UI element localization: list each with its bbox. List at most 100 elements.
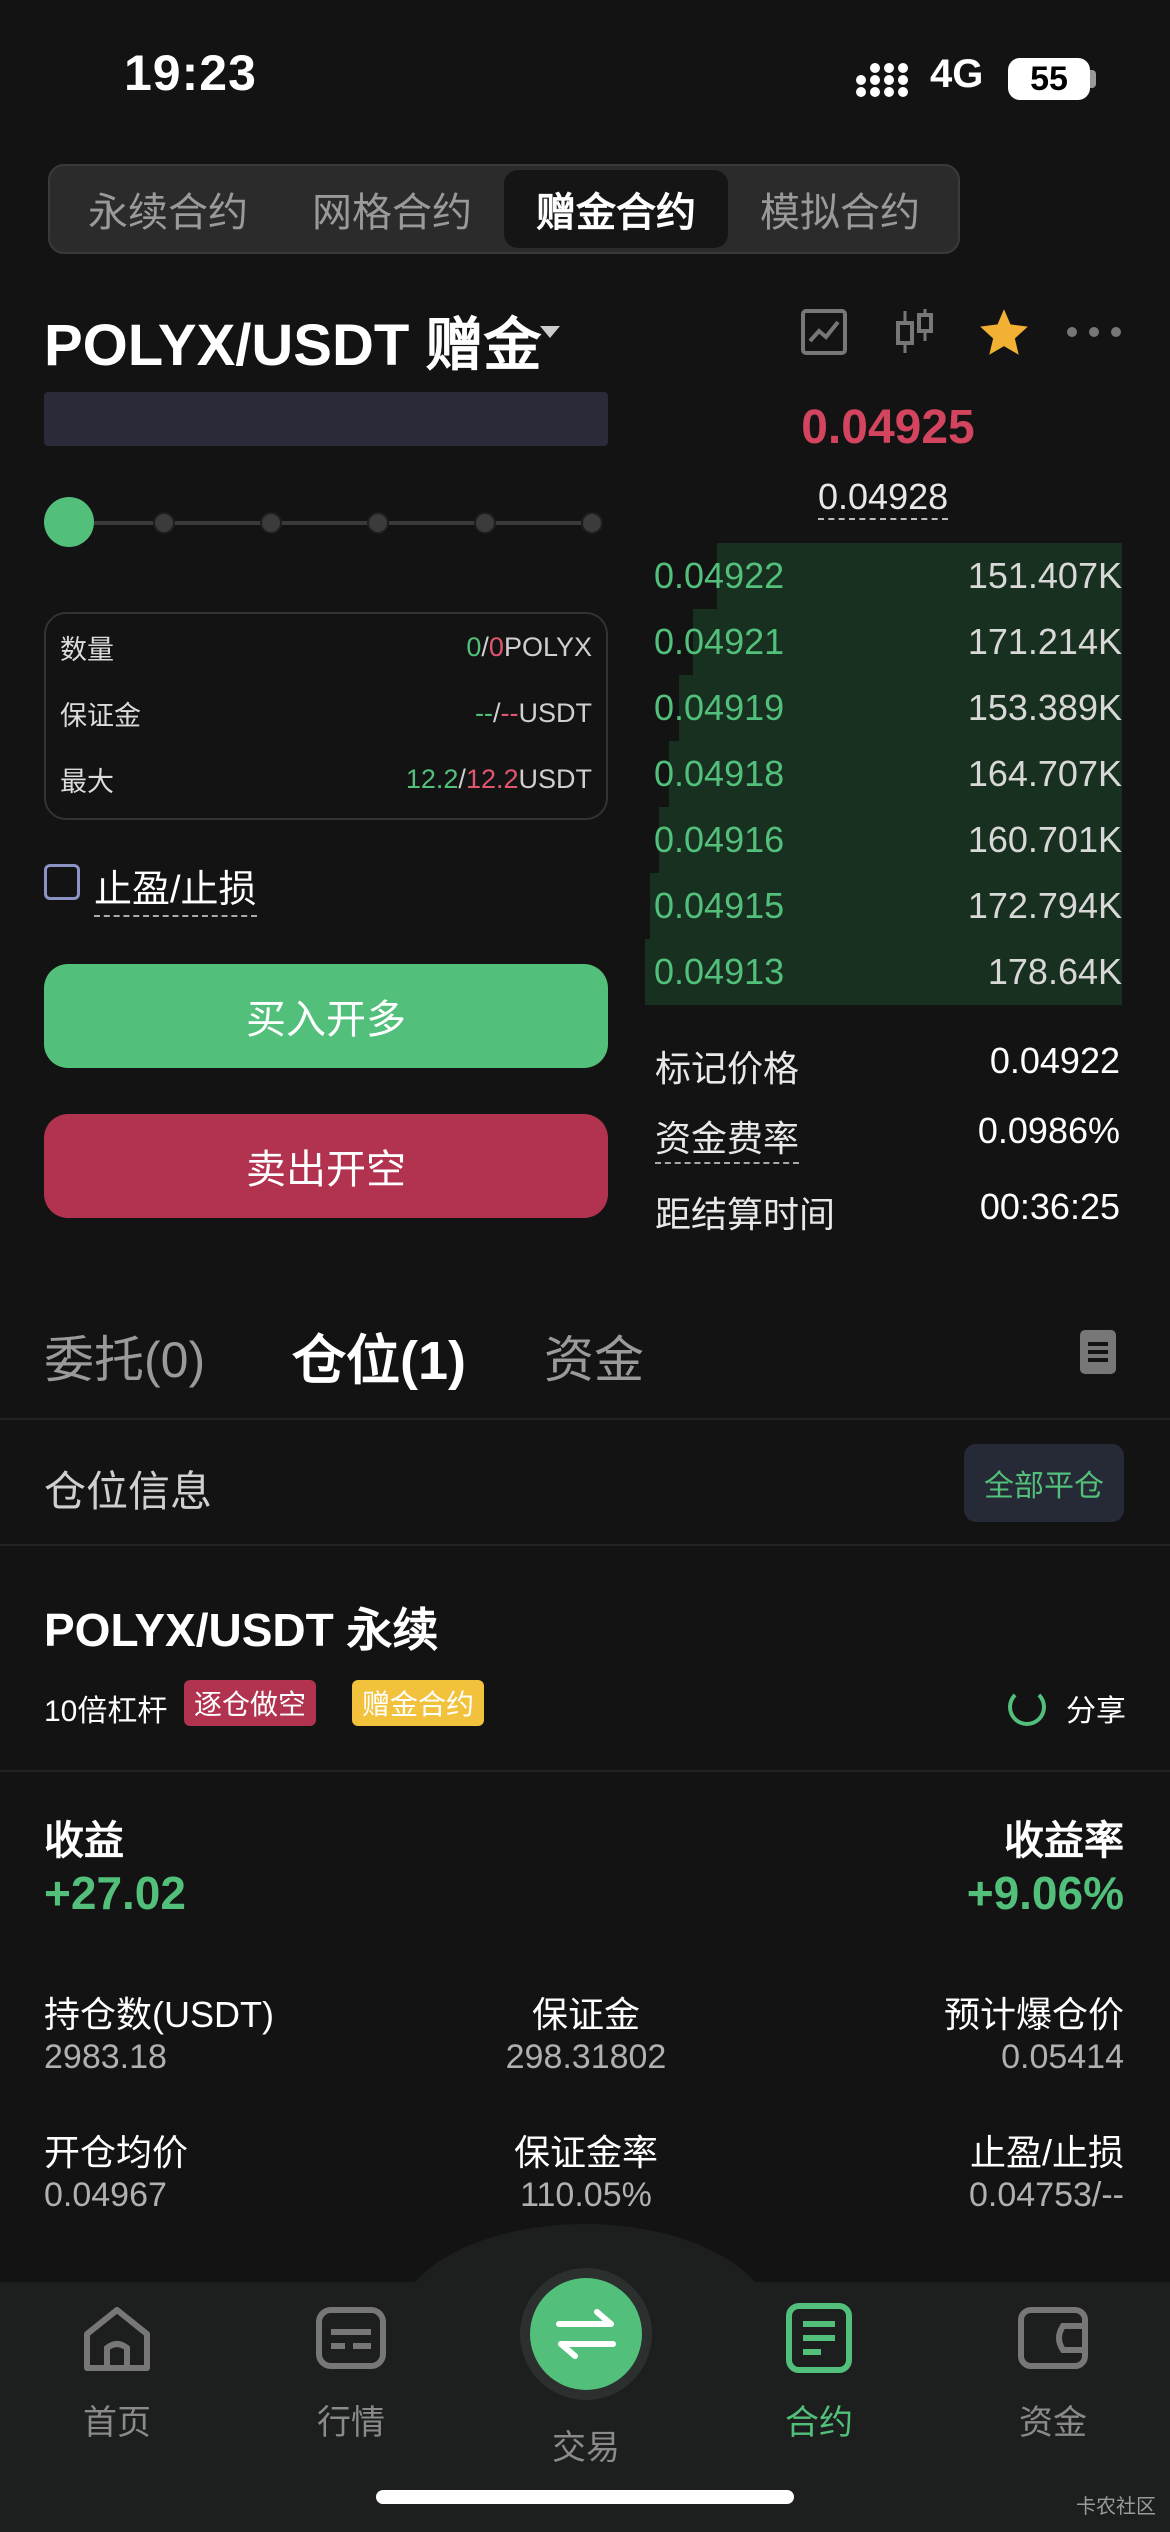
chevron-down-icon[interactable] [540,326,560,338]
max-value: 12.2/12.2USDT [405,763,592,794]
tp-sl-checkbox[interactable] [44,864,80,900]
max-label: 最大 [60,766,114,797]
liquidation-price-label: 预计爆仓价 [943,1994,1124,2035]
contract-type-tabs: 永续合约 网格合约 赠金合约 模拟合约 [48,164,960,254]
divider [0,1544,1170,1546]
margin-label: 保证金 [60,700,141,731]
home-indicator[interactable] [376,2490,794,2504]
nav-funds[interactable]: 资金 [936,2300,1170,2444]
slider-handle[interactable] [44,497,94,547]
mark-price-value: 0.04922 [989,1040,1120,1081]
candlestick-icon[interactable] [886,300,942,364]
nav-trade-label: 交易 [552,2429,620,2467]
bid-price: 0.04921 [654,621,785,662]
bid-row[interactable]: 0.04918 164.707K [640,741,1122,807]
bid-price: 0.04922 [654,555,785,596]
contract-type-badge: 赠金合约 [352,1680,485,1726]
star-icon[interactable] [976,300,1032,364]
position-size-value: 2983.18 [44,2038,167,2076]
pair-selector[interactable]: POLYX/USDT 赠金 [44,298,541,382]
margin-ratio-value: 110.05% [520,2176,652,2214]
more-icon[interactable] [1066,300,1122,364]
price-input[interactable] [44,392,608,446]
liquidation-price-value: 0.05414 [1001,2038,1124,2076]
position-margin-label: 保证金 [531,1994,640,2035]
funding-rate-label[interactable]: 资金费率 [655,1110,800,1164]
nav-home-label: 首页 [83,2404,151,2442]
tab-perpetual[interactable]: 永续合约 [56,170,280,248]
battery-icon: 55 [1008,58,1090,100]
bid-qty: 178.64K [987,951,1122,992]
bid-row[interactable]: 0.04919 153.389K [640,675,1122,741]
bid-row[interactable]: 0.04921 171.214K [640,609,1122,675]
wallet-icon [1018,2307,1088,2369]
position-pair[interactable]: POLYX/USDT 永续 [44,1594,438,1660]
leverage-slider-track[interactable] [68,521,596,525]
nav-contract-label: 合约 [785,2404,853,2442]
bid-price: 0.04916 [654,819,785,860]
tab-bonus[interactable]: 赠金合约 [504,170,728,248]
order-summary-box: 数量 0/0POLYX 保证金 --/--USDT 最大 12.2/12.2US… [44,612,608,820]
swap-icon [556,2309,616,2359]
max-row: 最大 12.2/12.2USDT [60,746,592,812]
tab-orders[interactable]: 委托(0) [44,1320,205,1392]
bid-qty: 153.389K [967,687,1122,728]
quantity-row: 数量 0/0POLYX [60,614,592,680]
entry-price-value: 0.04967 [44,2176,167,2214]
battery-tip [1090,70,1096,88]
roe-label: 收益率 [1004,1819,1124,1863]
bid-qty: 171.214K [967,621,1122,662]
tab-grid[interactable]: 网格合约 [280,170,504,248]
share-button[interactable]: 分享 [1066,1686,1126,1730]
bid-row[interactable]: 0.04916 160.701K [640,807,1122,873]
quantity-label: 数量 [60,634,114,665]
tp-sl-position-value: 0.04753/-- [969,2176,1124,2214]
bid-qty: 160.701K [967,819,1122,860]
mark-price-label: 标记价格 [655,1048,800,1089]
nav-trade[interactable] [530,2278,642,2390]
document-icon[interactable] [1080,1330,1116,1374]
last-price: 0.04925 [801,401,975,454]
close-all-button[interactable]: 全部平仓 [964,1444,1124,1522]
share-icon[interactable] [1008,1688,1046,1726]
pnl-value: +27.02 [44,1867,186,1919]
position-info-title: 仓位信息 [44,1468,213,1515]
nav-market-label: 行情 [317,2404,385,2442]
bid-qty: 164.707K [967,753,1122,794]
bid-row[interactable]: 0.04915 172.794K [640,873,1122,939]
funding-rate-value: 0.0986% [977,1110,1120,1151]
tp-sl-label[interactable]: 止盈/止损 [94,858,257,917]
nav-home[interactable]: 首页 [0,2300,234,2444]
index-price[interactable]: 0.04928 [818,476,949,520]
margin-row: 保证金 --/--USDT [60,680,592,746]
slider-step-25[interactable] [153,512,175,534]
tab-funds[interactable]: 资金 [544,1320,644,1392]
bid-price: 0.04915 [654,885,785,926]
divider [0,1418,1170,1420]
line-chart-icon[interactable] [796,300,852,364]
nav-contract[interactable]: 合约 [702,2300,936,2444]
market-icon [316,2307,386,2369]
slider-step-60[interactable] [367,512,389,534]
status-time: 19:23 [124,45,257,101]
bid-price: 0.04913 [654,951,785,992]
sell-short-button[interactable]: 卖出开空 [44,1114,608,1218]
slider-step-100[interactable] [581,512,603,534]
entry-price-label: 开仓均价 [44,2132,189,2173]
settlement-countdown: 00:36:25 [979,1186,1120,1227]
position-size-label: 持仓数(USDT) [44,1994,274,2035]
bid-row[interactable]: 0.04922 151.407K [640,543,1122,609]
bid-row[interactable]: 0.04913 178.64K [640,939,1122,1005]
tab-demo[interactable]: 模拟合约 [728,170,952,248]
position-margin-value: 298.31802 [505,2038,667,2076]
margin-value: --/--USDT [475,697,592,728]
buy-long-button[interactable]: 买入开多 [44,964,608,1068]
nav-market[interactable]: 行情 [234,2300,468,2444]
bid-price: 0.04918 [654,753,785,794]
roe-value: +9.06% [966,1867,1124,1919]
slider-step-80[interactable] [474,512,496,534]
slider-step-40[interactable] [260,512,282,534]
tab-positions[interactable]: 仓位(1) [292,1316,466,1395]
nav-funds-label: 资金 [1019,2404,1087,2442]
bid-qty: 172.794K [967,885,1122,926]
